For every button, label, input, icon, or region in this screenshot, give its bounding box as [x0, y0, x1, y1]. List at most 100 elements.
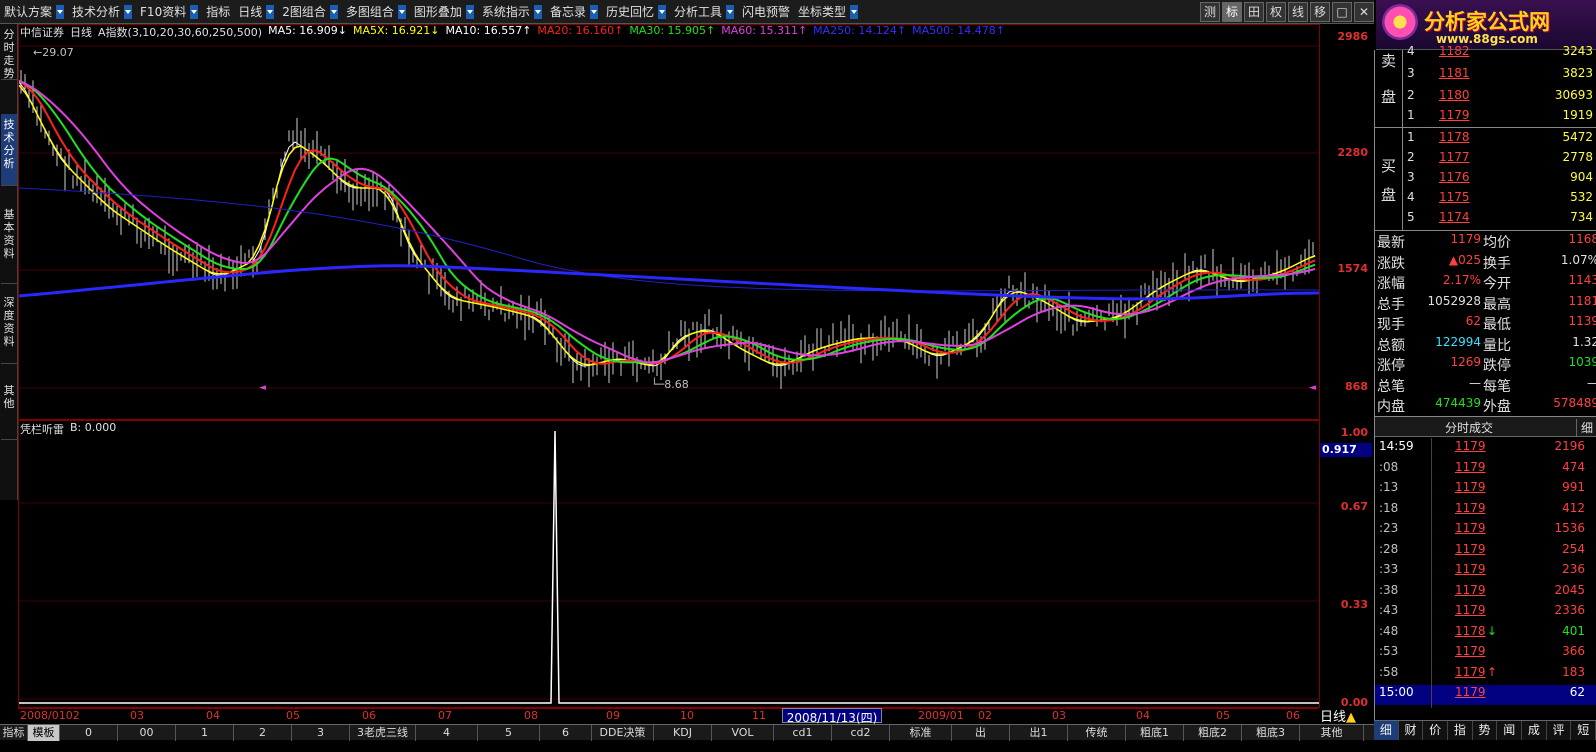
sub-indicator-chart[interactable] — [19, 421, 1319, 707]
menu-item-13[interactable]: 坐标类型 — [794, 1, 862, 23]
template-tab-16[interactable]: 标准 — [890, 725, 952, 741]
menu-item-8[interactable]: 系统指示 — [478, 1, 546, 23]
template-tab-2[interactable]: 0 — [60, 725, 118, 741]
order-book-row: 4 1175 532 — [1375, 190, 1596, 210]
ticks-header[interactable]: 分时成交 细 — [1375, 417, 1596, 437]
panel-tab-1[interactable]: 财 — [1399, 721, 1424, 740]
tool-button-3[interactable]: 权 — [1266, 2, 1286, 22]
menu-item-3[interactable]: 指标 — [202, 1, 234, 23]
sidebar-tab-0[interactable]: 分时走势 — [1, 24, 17, 80]
template-tab-17[interactable]: 出 — [952, 725, 1010, 741]
panel-tab-4[interactable]: 势 — [1473, 721, 1498, 740]
menu-item-1[interactable]: 技术分析 — [68, 1, 136, 23]
menu-item-10[interactable]: 历史回忆 — [602, 1, 670, 23]
template-tab-21[interactable]: 粗底2 — [1184, 725, 1242, 741]
template-tab-14[interactable]: cd1 — [774, 725, 832, 741]
template-tab-18[interactable]: 出1 — [1010, 725, 1068, 741]
template-tab-13[interactable]: VOL — [712, 725, 774, 741]
template-tab-11[interactable]: DDE决策 — [592, 725, 654, 741]
sidebar-tab-4[interactable]: 其他 — [1, 380, 17, 440]
template-tab-1[interactable]: 模板 — [28, 725, 60, 741]
order-book-row: 3 1176 904 — [1375, 170, 1596, 190]
menubar: 默认方案 技术分析 F10资料 指标 日线 2图组合 多图组合 图形叠加 系统指示 备忘录 历史回忆… — [0, 0, 1374, 24]
quote-row: 涨幅 2.17% 今开 1143 — [1375, 273, 1596, 293]
tick-row: :23 1179 1536 — [1375, 521, 1596, 541]
menu-item-0[interactable]: 默认方案 — [0, 1, 68, 23]
template-tab-8[interactable]: 4 — [416, 725, 478, 741]
template-tab-3[interactable]: 00 — [118, 725, 176, 741]
panel-tab-7[interactable]: 评 — [1547, 721, 1572, 740]
panel-tab-2[interactable]: 价 — [1423, 721, 1449, 740]
sidebar-tab-1[interactable]: 技术分析 — [1, 114, 17, 186]
template-tab-15[interactable]: cd2 — [832, 725, 890, 741]
level: 4 — [1407, 190, 1415, 204]
tool-button-4[interactable]: 线 — [1288, 2, 1308, 22]
template-tab-22[interactable]: 粗底3 — [1242, 725, 1300, 741]
dropdown-arrow-icon — [465, 4, 474, 19]
tick-volume: 474 — [1562, 459, 1585, 474]
triangle-up-icon: ▲ — [1346, 710, 1357, 725]
price-scale-label: 2986 — [1337, 30, 1368, 43]
tool-button-6[interactable]: □ — [1332, 2, 1352, 22]
template-tab-4[interactable]: 1 — [176, 725, 234, 741]
panel-tab-8[interactable]: 短 — [1571, 721, 1596, 740]
menu-item-9[interactable]: 备忘录 — [546, 1, 602, 23]
menu-item-11[interactable]: 分析工具 — [670, 1, 738, 23]
template-tab-9[interactable]: 5 — [478, 725, 540, 741]
template-tab-0[interactable]: 指标 — [0, 725, 28, 741]
tool-button-1[interactable]: 标 — [1222, 2, 1242, 22]
menu-item-2[interactable]: F10资料 — [136, 1, 202, 23]
quote-value: 1179 — [1450, 232, 1481, 246]
price: 1176 — [1439, 170, 1470, 184]
tick-volume: 254 — [1562, 541, 1585, 556]
moving-average-line — [19, 79, 1316, 364]
quote-value: 1269 — [1450, 355, 1481, 369]
quote-row: 涨停 1269 跌停 1039 — [1375, 355, 1596, 375]
ticks-title: 分时成交 — [1445, 421, 1494, 435]
order-book-row: 3 1181 3823 — [1375, 66, 1596, 86]
quote-value-2: 1039 — [1568, 355, 1596, 369]
tool-button-2[interactable]: 田 — [1244, 2, 1264, 22]
volume: 532 — [1570, 190, 1593, 204]
menu-item-5[interactable]: 2图组合 — [278, 1, 342, 23]
quote-value: ▲025 — [1448, 252, 1481, 267]
panel-tab-5[interactable]: 闻 — [1497, 721, 1523, 740]
menu-item-7[interactable]: 图形叠加 — [410, 1, 478, 23]
dropdown-arrow-icon — [589, 4, 598, 19]
template-tab-10[interactable]: 6 — [540, 725, 592, 741]
sidebar-tab-2[interactable]: 基本资料 — [1, 204, 17, 284]
menu-item-12[interactable]: 闪电预警 — [738, 1, 794, 23]
quote-label: 内盘 — [1377, 399, 1405, 415]
kline-chart[interactable]: ←29.07 └─8.68 ◄ ◄ — [19, 38, 1319, 418]
panel-tab-0[interactable]: 细 — [1374, 721, 1399, 740]
template-tab-12[interactable]: KDJ — [654, 725, 712, 741]
template-tab-20[interactable]: 粗底1 — [1126, 725, 1184, 741]
marker-icon: ◄ — [1309, 383, 1316, 393]
panel-tab-3[interactable]: 指 — [1448, 721, 1473, 740]
quote-label-2: 跌停 — [1483, 358, 1511, 374]
tool-button-7[interactable]: ✕ — [1354, 2, 1374, 22]
quote-value: 474439 — [1435, 396, 1481, 410]
detail-button[interactable]: 细 — [1575, 419, 1593, 436]
template-tab-19[interactable]: 传统 — [1068, 725, 1126, 741]
quote-label: 现手 — [1377, 317, 1405, 333]
menu-item-6[interactable]: 多图组合 — [342, 1, 410, 23]
sidebar-tab-3[interactable]: 深度资料 — [1, 292, 17, 364]
panel-tab-6[interactable]: 成 — [1522, 721, 1547, 740]
menu-item-label: 闪电预警 — [741, 4, 790, 19]
tool-button-0[interactable]: 测 — [1200, 2, 1220, 22]
template-tab-23[interactable]: 其他 — [1300, 725, 1364, 741]
template-tab-6[interactable]: 3 — [292, 725, 350, 741]
tool-button-5[interactable]: 移 — [1310, 2, 1330, 22]
period-indicator[interactable]: 日线▲ — [1320, 706, 1372, 725]
tick-time: :58 — [1379, 664, 1399, 679]
menu-item-label: 分析工具 — [673, 4, 722, 19]
high-price-label: ←29.07 — [33, 46, 74, 59]
template-tab-5[interactable]: 2 — [234, 725, 292, 741]
quote-label: 涨停 — [1377, 358, 1405, 374]
template-tab-7[interactable]: 3老虎三线 — [350, 725, 416, 741]
quote-value-2: 1168 — [1568, 232, 1596, 246]
quote-value: 2.17% — [1442, 273, 1481, 287]
menu-item-4[interactable]: 日线 — [234, 1, 278, 23]
date-cursor: 2008/11/13(四) — [782, 708, 882, 725]
